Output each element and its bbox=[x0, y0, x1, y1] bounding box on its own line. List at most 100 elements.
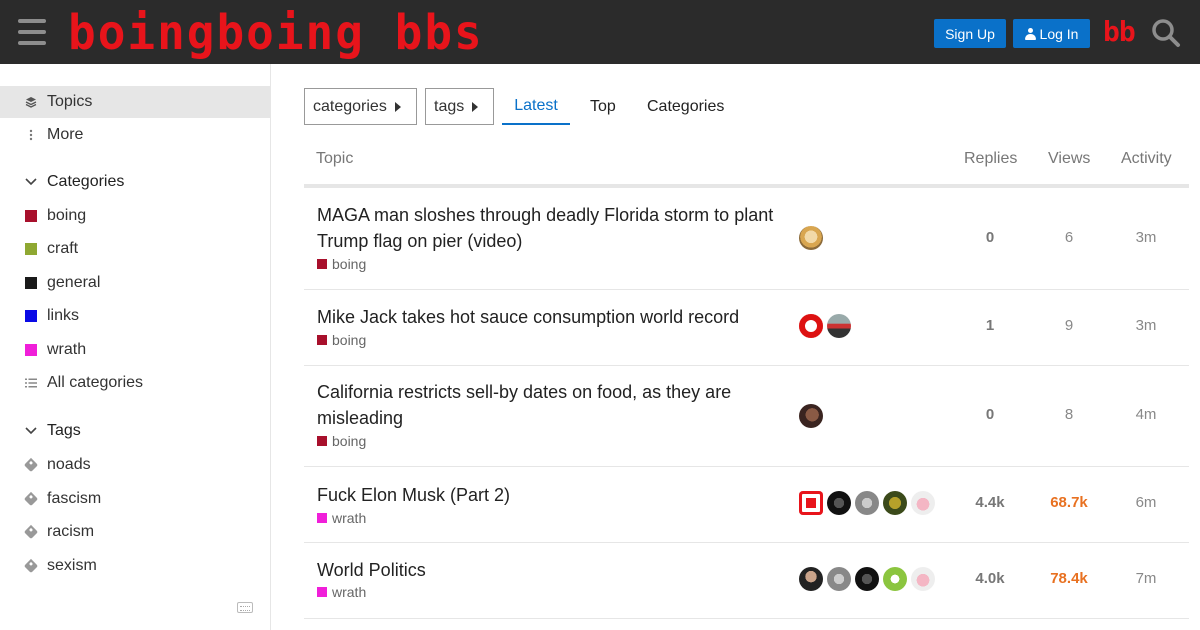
sidebar-item-links[interactable]: links bbox=[0, 300, 271, 332]
sidebar-item-topics[interactable]: Topics bbox=[0, 86, 271, 118]
avatar[interactable] bbox=[799, 226, 823, 250]
sidebar-item-label: Topics bbox=[47, 93, 93, 110]
activity-time[interactable]: 6m bbox=[1116, 494, 1176, 511]
topic-category-badge[interactable]: wrath bbox=[317, 510, 366, 526]
keyboard-shortcuts-icon[interactable] bbox=[237, 602, 253, 613]
avatar[interactable] bbox=[911, 567, 935, 591]
avatar[interactable] bbox=[911, 491, 935, 515]
topic-category-badge[interactable]: wrath bbox=[317, 584, 366, 600]
topic-title-link[interactable]: MAGA man sloshes through deadly Florida … bbox=[317, 202, 792, 254]
column-header-views[interactable]: Views bbox=[1048, 150, 1090, 168]
activity-time[interactable]: 7m bbox=[1116, 570, 1176, 587]
tag-icon bbox=[23, 457, 39, 473]
tags-section-header[interactable]: Tags bbox=[0, 416, 271, 446]
bb-logo-icon[interactable]: bb bbox=[1103, 18, 1139, 46]
list-icon bbox=[23, 378, 39, 388]
sidebar-item-tag-noads[interactable]: noads bbox=[0, 449, 271, 481]
topic-title-link[interactable]: Fuck Elon Musk (Part 2) bbox=[317, 482, 792, 508]
sidebar-item-tag-fascism[interactable]: fascism bbox=[0, 483, 271, 515]
replies-count: 0 bbox=[985, 406, 995, 423]
tag-icon-wrap bbox=[23, 524, 39, 540]
sign-up-button[interactable]: Sign Up bbox=[934, 19, 1006, 48]
ellipsis-vertical-icon bbox=[23, 129, 39, 141]
table-row: World Politics wrath 4.0k 78.4k 7m bbox=[304, 543, 1189, 619]
tag-icon-wrap bbox=[23, 457, 39, 473]
category-color-swatch bbox=[317, 259, 327, 269]
hamburger-menu-icon[interactable] bbox=[18, 19, 46, 45]
sidebar-item-label: boing bbox=[47, 207, 87, 224]
category-swatch bbox=[23, 277, 39, 289]
topic-posters bbox=[799, 491, 935, 515]
sidebar-item-label: All categories bbox=[47, 374, 144, 391]
chevron-down-icon bbox=[23, 178, 39, 186]
topic-title-link[interactable]: Mike Jack takes hot sauce consumption wo… bbox=[317, 304, 792, 330]
site-logo[interactable]: boingboing bbs bbox=[68, 8, 482, 56]
sidebar-item-more[interactable]: More bbox=[0, 119, 271, 151]
tab-latest[interactable]: Latest bbox=[502, 88, 570, 125]
category-color-swatch bbox=[25, 243, 37, 255]
category-color-swatch bbox=[25, 344, 37, 356]
topic-category-badge[interactable]: boing bbox=[317, 332, 366, 348]
replies-count: 4.0k bbox=[975, 570, 1005, 587]
log-in-button[interactable]: Log In bbox=[1013, 19, 1090, 48]
avatar[interactable] bbox=[799, 314, 823, 338]
avatar[interactable] bbox=[827, 314, 851, 338]
topic-category-label: boing bbox=[332, 332, 367, 348]
log-in-label: Log In bbox=[1039, 25, 1079, 42]
column-header-activity[interactable]: Activity bbox=[1121, 150, 1172, 168]
tab-categories[interactable]: Categories bbox=[647, 88, 724, 125]
sidebar-item-label: sexism bbox=[47, 557, 97, 574]
activity-time[interactable]: 4m bbox=[1116, 406, 1176, 423]
topic-category-badge[interactable]: boing bbox=[317, 433, 366, 449]
avatar[interactable] bbox=[827, 567, 851, 591]
sidebar-item-label: racism bbox=[47, 523, 95, 540]
category-color-swatch bbox=[25, 210, 37, 222]
category-color-swatch bbox=[25, 277, 37, 289]
chevron-down-icon bbox=[23, 427, 39, 435]
search-icon[interactable] bbox=[1150, 17, 1182, 49]
avatar[interactable] bbox=[855, 567, 879, 591]
sidebar-item-all-categories[interactable]: All categories bbox=[0, 367, 271, 399]
sidebar-item-label: craft bbox=[47, 240, 79, 257]
sidebar-item-tag-sexism[interactable]: sexism bbox=[0, 550, 271, 582]
sidebar-item-wrath[interactable]: wrath bbox=[0, 334, 271, 366]
tags-dropdown[interactable]: tags bbox=[425, 88, 494, 125]
categories-dropdown-label: categories bbox=[313, 97, 387, 115]
avatar[interactable] bbox=[799, 567, 823, 591]
activity-time[interactable]: 3m bbox=[1116, 229, 1176, 246]
topic-posters bbox=[799, 226, 823, 250]
avatar[interactable] bbox=[883, 567, 907, 591]
logo-text: boingboing bbs bbox=[68, 3, 484, 61]
topic-title-link[interactable]: World Politics bbox=[317, 557, 792, 583]
sidebar-item-label: fascism bbox=[47, 490, 102, 507]
sidebar-item-tag-racism[interactable]: racism bbox=[0, 516, 271, 548]
sidebar-item-label: wrath bbox=[47, 341, 87, 358]
column-header-replies[interactable]: Replies bbox=[964, 150, 1017, 168]
topic-category-badge[interactable]: boing bbox=[317, 256, 366, 272]
avatar[interactable] bbox=[855, 491, 879, 515]
replies-count: 4.4k bbox=[975, 494, 1005, 511]
sidebar-item-general[interactable]: general bbox=[0, 267, 271, 299]
tag-icon bbox=[23, 491, 39, 507]
tag-icon bbox=[23, 558, 39, 574]
sidebar-item-craft[interactable]: craft bbox=[0, 233, 271, 265]
categories-section-header[interactable]: Categories bbox=[0, 167, 271, 197]
avatar[interactable] bbox=[799, 404, 823, 428]
tab-top[interactable]: Top bbox=[590, 88, 616, 125]
avatar[interactable] bbox=[799, 491, 823, 515]
category-swatch bbox=[23, 310, 39, 322]
category-color-swatch bbox=[25, 310, 37, 322]
activity-time[interactable]: 3m bbox=[1116, 317, 1176, 334]
avatar[interactable] bbox=[883, 491, 907, 515]
caret-right-icon bbox=[394, 101, 401, 112]
tags-header-label: Tags bbox=[47, 422, 81, 439]
sidebar: Topics More Categories boing craft gener… bbox=[0, 64, 271, 630]
category-swatch bbox=[23, 210, 39, 222]
category-swatch bbox=[23, 344, 39, 356]
tag-icon bbox=[23, 524, 39, 540]
topic-title-link[interactable]: California restricts sell-by dates on fo… bbox=[317, 379, 792, 431]
avatar[interactable] bbox=[827, 491, 851, 515]
categories-dropdown[interactable]: categories bbox=[304, 88, 417, 125]
sidebar-item-boing[interactable]: boing bbox=[0, 200, 271, 232]
topic-posters bbox=[799, 314, 851, 338]
